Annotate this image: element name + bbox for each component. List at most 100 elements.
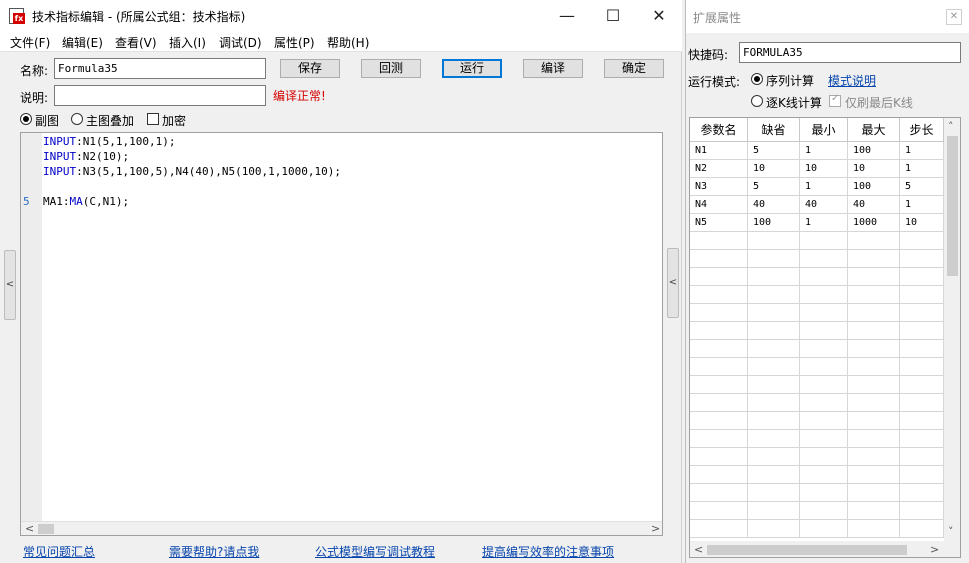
step-cell[interactable]: 5	[900, 178, 944, 196]
grid-horizontal-scrollbar[interactable]: < >	[690, 541, 944, 557]
param-name-cell[interactable]	[690, 466, 748, 484]
minimize-button[interactable]: —	[544, 0, 590, 32]
step-cell[interactable]	[900, 250, 944, 268]
max-cell[interactable]	[848, 340, 900, 358]
mode-help-link[interactable]: 模式说明	[828, 72, 876, 89]
step-cell[interactable]: 1	[900, 142, 944, 160]
description-input[interactable]	[54, 85, 266, 106]
max-cell[interactable]	[848, 430, 900, 448]
step-cell[interactable]	[900, 394, 944, 412]
default-cell[interactable]	[748, 286, 800, 304]
code-editor[interactable]: INPUT:N1(5,1,100,1); INPUT:N2(10); INPUT…	[20, 132, 663, 536]
rollback-button[interactable]: 回测	[361, 59, 421, 78]
min-cell[interactable]: 1	[800, 178, 848, 196]
param-name-cell[interactable]	[690, 268, 748, 286]
right-collapse-tab[interactable]: <	[667, 248, 679, 318]
menu-help[interactable]: 帮助(H)	[327, 34, 369, 51]
min-cell[interactable]	[800, 430, 848, 448]
step-cell[interactable]	[900, 322, 944, 340]
max-cell[interactable]	[848, 484, 900, 502]
param-name-cell[interactable]	[690, 520, 748, 538]
max-cell[interactable]	[848, 448, 900, 466]
param-name-cell[interactable]: N4	[690, 196, 748, 214]
default-cell[interactable]	[748, 268, 800, 286]
step-cell[interactable]	[900, 268, 944, 286]
step-cell[interactable]	[900, 520, 944, 538]
save-button[interactable]: 保存	[280, 59, 340, 78]
default-cell[interactable]: 5	[748, 142, 800, 160]
max-cell[interactable]	[848, 250, 900, 268]
step-cell[interactable]: 10	[900, 214, 944, 232]
menu-edit[interactable]: 编辑(E)	[62, 34, 103, 51]
min-cell[interactable]	[800, 304, 848, 322]
max-cell[interactable]	[848, 412, 900, 430]
param-name-cell[interactable]	[690, 376, 748, 394]
close-button[interactable]: ✕	[636, 0, 682, 32]
grid-header-max[interactable]: 最大	[848, 118, 900, 142]
default-cell[interactable]	[748, 502, 800, 520]
default-cell[interactable]: 40	[748, 196, 800, 214]
efficiency-tips-link[interactable]: 提高编写效率的注意事项	[482, 543, 614, 560]
scroll-left-icon[interactable]: <	[25, 522, 34, 535]
grid-header-step[interactable]: 步长	[900, 118, 944, 142]
max-cell[interactable]: 100	[848, 178, 900, 196]
min-cell[interactable]	[800, 340, 848, 358]
min-cell[interactable]	[800, 466, 848, 484]
max-cell[interactable]: 1000	[848, 214, 900, 232]
step-cell[interactable]	[900, 412, 944, 430]
run-button[interactable]: 运行	[442, 59, 502, 78]
grid-header-name[interactable]: 参数名	[690, 118, 748, 142]
step-cell[interactable]	[900, 502, 944, 520]
param-name-cell[interactable]	[690, 304, 748, 322]
encrypt-label[interactable]: 加密	[162, 112, 186, 129]
default-cell[interactable]: 5	[748, 178, 800, 196]
step-cell[interactable]	[900, 448, 944, 466]
panel-close-icon[interactable]: ✕	[946, 9, 962, 25]
name-input[interactable]: Formula35	[54, 58, 266, 79]
scroll-right-icon[interactable]: >	[651, 522, 660, 535]
tick-mode-radio[interactable]	[751, 95, 763, 107]
scroll-thumb[interactable]	[38, 524, 54, 534]
min-cell[interactable]	[800, 376, 848, 394]
max-cell[interactable]	[848, 376, 900, 394]
step-cell[interactable]	[900, 466, 944, 484]
ok-button[interactable]: 确定	[604, 59, 664, 78]
max-cell[interactable]	[848, 466, 900, 484]
min-cell[interactable]	[800, 520, 848, 538]
default-cell[interactable]	[748, 448, 800, 466]
step-cell[interactable]	[900, 430, 944, 448]
default-cell[interactable]	[748, 412, 800, 430]
scroll-up-icon[interactable]: ˄	[948, 120, 954, 133]
default-cell[interactable]	[748, 430, 800, 448]
param-name-cell[interactable]	[690, 232, 748, 250]
min-cell[interactable]	[800, 448, 848, 466]
sequence-mode-label[interactable]: 序列计算	[766, 72, 814, 89]
step-cell[interactable]	[900, 304, 944, 322]
default-cell[interactable]	[748, 250, 800, 268]
param-name-cell[interactable]	[690, 448, 748, 466]
min-cell[interactable]	[800, 322, 848, 340]
min-cell[interactable]: 10	[800, 160, 848, 178]
default-cell[interactable]	[748, 394, 800, 412]
maximize-button[interactable]: ☐	[590, 0, 636, 32]
main-overlay-label[interactable]: 主图叠加	[86, 112, 134, 129]
min-cell[interactable]	[800, 268, 848, 286]
menu-insert[interactable]: 插入(I)	[169, 34, 206, 51]
menu-view[interactable]: 查看(V)	[115, 34, 157, 51]
grid-header-default[interactable]: 缺省	[748, 118, 800, 142]
faq-link[interactable]: 常见问题汇总	[23, 543, 95, 560]
max-cell[interactable]	[848, 268, 900, 286]
grid-hscroll-thumb[interactable]	[707, 545, 907, 555]
compile-button[interactable]: 编译	[523, 59, 583, 78]
min-cell[interactable]	[800, 286, 848, 304]
min-cell[interactable]	[800, 232, 848, 250]
step-cell[interactable]	[900, 286, 944, 304]
min-cell[interactable]: 40	[800, 196, 848, 214]
step-cell[interactable]	[900, 358, 944, 376]
tutorial-link[interactable]: 公式模型编写调试教程	[315, 543, 435, 560]
step-cell[interactable]	[900, 232, 944, 250]
default-cell[interactable]	[748, 466, 800, 484]
max-cell[interactable]	[848, 304, 900, 322]
min-cell[interactable]	[800, 484, 848, 502]
param-name-cell[interactable]	[690, 502, 748, 520]
